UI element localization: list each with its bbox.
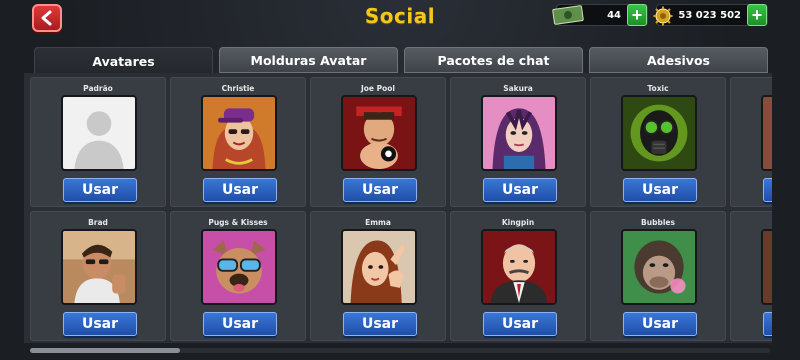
use-button[interactable]: Usar [343,312,417,336]
avatar-card[interactable]: Christie Usar [170,77,306,207]
partial-portrait-image [763,231,772,303]
avatar-card[interactable]: Pugs & Kisses Usar [170,211,306,341]
avatar-grid-panel[interactable]: Padrão Usar Christie Usar Joe Pool Usar … [24,73,772,343]
use-button[interactable]: Usar [203,312,277,336]
bubbles-portrait-image [623,231,695,303]
use-button[interactable]: Usar [623,312,697,336]
avatar-card[interactable]: Emma Usar [310,211,446,341]
social-screen: Social 44 + 53 023 502 + Avatares Moldur… [0,0,800,360]
coin-icon [653,6,673,26]
bubbles-portrait [621,229,697,305]
coin-balance: 53 023 502 + [653,4,768,26]
avatar-name: Pugs & Kisses [208,218,268,227]
avatar-name: Kingpin [501,218,535,227]
add-cash-button[interactable]: + [627,4,647,26]
brad-portrait-image [63,231,135,303]
tab-bar: Avatares Molduras Avatar Pacotes de chat… [34,47,768,75]
avatar-card[interactable]: Sakura Usar [450,77,586,207]
avatar-name: Sakura [503,84,533,93]
use-button[interactable] [763,312,772,336]
use-button[interactable]: Usar [203,178,277,202]
joe-pool-portrait-image [343,97,415,169]
emma-portrait-image [343,231,415,303]
christie-portrait [201,95,277,171]
joe-pool-portrait [341,95,417,171]
christie-portrait-image [203,97,275,169]
avatar-name: Bubbles [641,218,675,227]
avatar-card[interactable]: Padrão Usar [30,77,166,207]
partial-portrait [761,229,772,305]
avatar-name: Padrão [83,84,113,93]
kingpin-portrait-image [483,231,555,303]
avatar-grid: Padrão Usar Christie Usar Joe Pool Usar … [30,77,772,341]
use-button[interactable]: Usar [343,178,417,202]
sakura-portrait [481,95,557,171]
scrollbar-thumb[interactable] [30,348,180,353]
use-button[interactable]: Usar [63,312,137,336]
tab-molduras-avatar[interactable]: Molduras Avatar [219,47,398,73]
default-avatar-portrait [61,95,137,171]
avatar-name: Toxic [647,84,669,93]
avatar-name: Joe Pool [360,84,395,93]
cash-icon [552,4,584,26]
add-coins-button[interactable]: + [747,4,767,26]
avatar-card[interactable]: Joe Pool Usar [310,77,446,207]
use-button[interactable] [763,178,772,202]
pugs-and-kisses-portrait-image [203,231,275,303]
brad-portrait [61,229,137,305]
avatar-card[interactable]: Bubbles Usar [590,211,726,341]
tab-pacotes-de-chat[interactable]: Pacotes de chat [404,47,583,73]
avatar-name: Brad [88,218,108,227]
avatar-card[interactable]: Brad Usar [30,211,166,341]
avatar-card-partial[interactable] [730,77,772,207]
avatar-name: Christie [221,84,255,93]
kingpin-portrait [481,229,557,305]
cash-balance: 44 + [552,4,648,26]
use-button[interactable]: Usar [63,178,137,202]
avatar-card-partial[interactable] [730,211,772,341]
use-button[interactable]: Usar [623,178,697,202]
user-silhouette-icon [63,97,135,169]
tab-adesivos[interactable]: Adesivos [589,47,768,73]
tab-avatares[interactable]: Avatares [34,47,213,75]
emma-portrait [341,229,417,305]
avatar-card[interactable]: Kingpin Usar [450,211,586,341]
partial-portrait [761,95,772,171]
use-button[interactable]: Usar [483,178,557,202]
partial-portrait-image [763,97,772,169]
toxic-portrait-image [623,97,695,169]
sakura-portrait-image [483,97,555,169]
use-button[interactable]: Usar [483,312,557,336]
pugs-and-kisses-portrait [201,229,277,305]
avatar-card[interactable]: Toxic Usar [590,77,726,207]
toxic-portrait [621,95,697,171]
avatar-name: Emma [365,218,391,227]
